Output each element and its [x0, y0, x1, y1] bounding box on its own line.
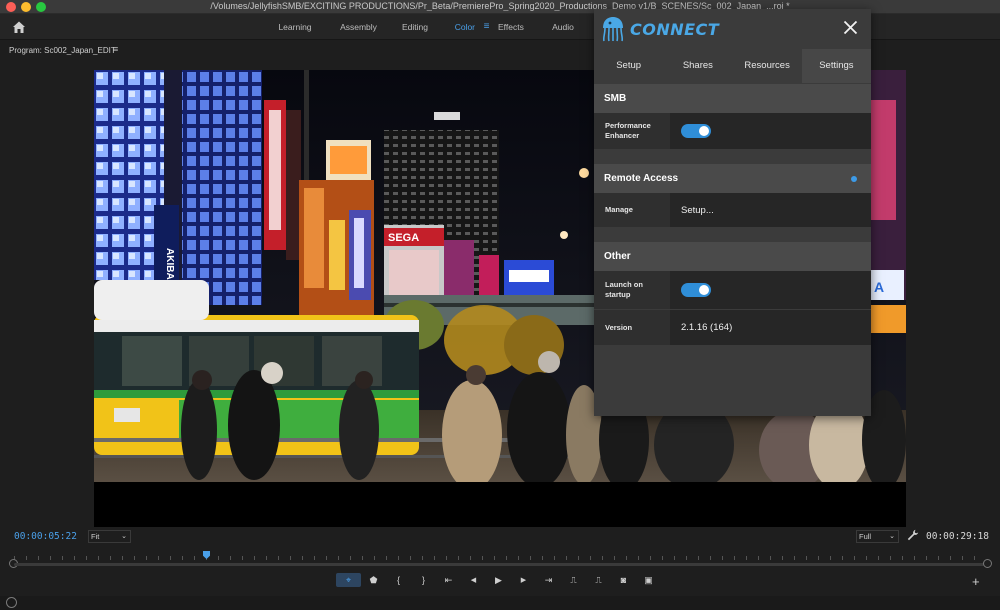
connect-panel: CONNECT Setup Shares Resources Settings …	[594, 9, 871, 416]
row-value-cell: 2.1.16 (164)	[670, 310, 871, 345]
launch-on-startup-toggle[interactable]	[681, 283, 711, 297]
hamburger-icon[interactable]: ≡	[113, 44, 118, 54]
row-value-cell: Setup...	[670, 193, 871, 227]
manage-label: Manage	[605, 205, 633, 214]
zoom-fit-value: Fit	[91, 532, 100, 541]
workspace-tab-assembly[interactable]: Assembly	[330, 14, 387, 40]
tab-setup[interactable]: Setup	[594, 49, 663, 83]
go-to-out-icon[interactable]: ⇥	[536, 573, 561, 587]
ruler-ticks	[14, 556, 985, 560]
close-icon[interactable]	[843, 20, 858, 35]
row-launch-on-startup: Launch on startup	[594, 271, 871, 309]
chevron-down-icon: ⌄	[889, 533, 895, 540]
mark-out-icon[interactable]: }	[411, 573, 436, 587]
section-title-smb: SMB	[604, 93, 627, 104]
play-icon[interactable]: ▶	[486, 573, 511, 587]
performance-label-line-2: Enhancer	[605, 131, 640, 140]
step-back-icon[interactable]: ◀	[461, 573, 486, 587]
export-frame-icon[interactable]: ◙	[611, 573, 636, 587]
version-label: Version	[605, 323, 633, 332]
row-label-cell: Manage	[594, 193, 670, 227]
section-title-remote-access: Remote Access	[604, 173, 679, 184]
compare-view-icon[interactable]: ▣	[636, 573, 661, 587]
section-gap	[594, 149, 871, 164]
workspace-tab-effects[interactable]: Effects	[498, 14, 538, 40]
premiere-window: /Volumes/JellyfishSMB/EXCITING PRODUCTIO…	[0, 0, 1000, 610]
svg-text:SEGA: SEGA	[388, 232, 419, 244]
lift-icon[interactable]: ⎍	[561, 573, 586, 587]
workspace-tab-color[interactable]: Color	[443, 14, 475, 40]
section-other: Other	[594, 242, 871, 271]
workspace-tab-audio[interactable]: Audio	[538, 14, 588, 40]
wrench-icon[interactable]	[907, 529, 919, 541]
status-dot-icon	[851, 176, 857, 182]
step-forward-icon[interactable]: ▶	[511, 573, 536, 587]
workspace-menu-icon[interactable]: ≡	[475, 14, 498, 40]
current-timecode[interactable]: 00:00:05:22	[14, 531, 77, 542]
toggle-knob	[699, 285, 709, 295]
launch-label-line-2: startup	[605, 290, 631, 299]
mark-in-icon[interactable]: {	[386, 573, 411, 587]
tab-settings[interactable]: Settings	[801, 49, 871, 83]
row-performance-enhancer: Performance Enhancer	[594, 113, 871, 149]
section-title-other: Other	[604, 251, 631, 262]
zoom-scroll-end-handle[interactable]	[983, 559, 992, 568]
svg-text:A: A	[874, 279, 884, 295]
program-monitor-title[interactable]: Program: Sc002_Japan_EDIT	[9, 46, 116, 55]
marker-icon[interactable]: ⬟	[361, 573, 386, 587]
svg-text:AKIBA: AKIBA	[164, 248, 175, 280]
zoom-fit-select[interactable]: Fit ⌄	[88, 530, 131, 543]
connect-tabs: Setup Shares Resources Settings	[594, 49, 871, 83]
row-label-cell: Version	[594, 310, 670, 345]
zoom-scrollbar[interactable]	[14, 563, 985, 566]
row-value-cell	[670, 271, 871, 309]
version-value: 2.1.16 (164)	[681, 322, 733, 333]
manage-setup-link[interactable]: Setup...	[681, 205, 714, 216]
workspace-tab-learning[interactable]: Learning	[260, 14, 330, 40]
playback-resolution-value: Full	[859, 532, 872, 541]
chevron-down-icon: ⌄	[121, 533, 127, 540]
transport-controls: ⌖ ⬟{} ⇤ ◀ ▶ ▶ ⇥ ⎍ ⎍ ◙ ▣	[336, 573, 661, 587]
home-icon[interactable]	[11, 19, 27, 35]
row-label-cell: Performance Enhancer	[594, 113, 670, 149]
row-manage: Manage Setup...	[594, 193, 871, 227]
add-marker-icon[interactable]: ⌖	[336, 573, 361, 587]
toggle-knob	[699, 126, 709, 136]
connect-title: CONNECT	[630, 20, 720, 39]
button-editor-plus-icon[interactable]: +	[972, 574, 980, 589]
connect-header: CONNECT	[594, 9, 871, 49]
duration-timecode: 00:00:29:18	[926, 531, 989, 542]
section-remote-access: Remote Access	[594, 164, 871, 193]
section-smb: SMB	[594, 84, 871, 113]
performance-label-line-1: Performance	[605, 121, 651, 130]
jellyfish-logo-icon	[602, 17, 624, 42]
status-bar	[0, 596, 1000, 610]
workspace-tabs: Learning Assembly Editing Color ≡ Effect…	[260, 14, 588, 40]
workspace-tab-editing[interactable]: Editing	[387, 14, 443, 40]
status-icon[interactable]	[6, 597, 17, 608]
section-gap	[594, 227, 871, 242]
timeline-ruler[interactable]	[14, 551, 985, 561]
row-version: Version 2.1.16 (164)	[594, 310, 871, 345]
row-value-cell	[670, 113, 871, 149]
tab-resources[interactable]: Resources	[733, 49, 802, 83]
extract-icon[interactable]: ⎍	[586, 573, 611, 587]
go-to-in-icon[interactable]: ⇤	[436, 573, 461, 587]
playback-resolution-select[interactable]: Full ⌄	[856, 530, 899, 543]
tab-shares[interactable]: Shares	[663, 49, 732, 83]
row-label-cell: Launch on startup	[594, 271, 670, 309]
performance-enhancer-toggle[interactable]	[681, 124, 711, 138]
launch-label-line-1: Launch on	[605, 280, 643, 289]
